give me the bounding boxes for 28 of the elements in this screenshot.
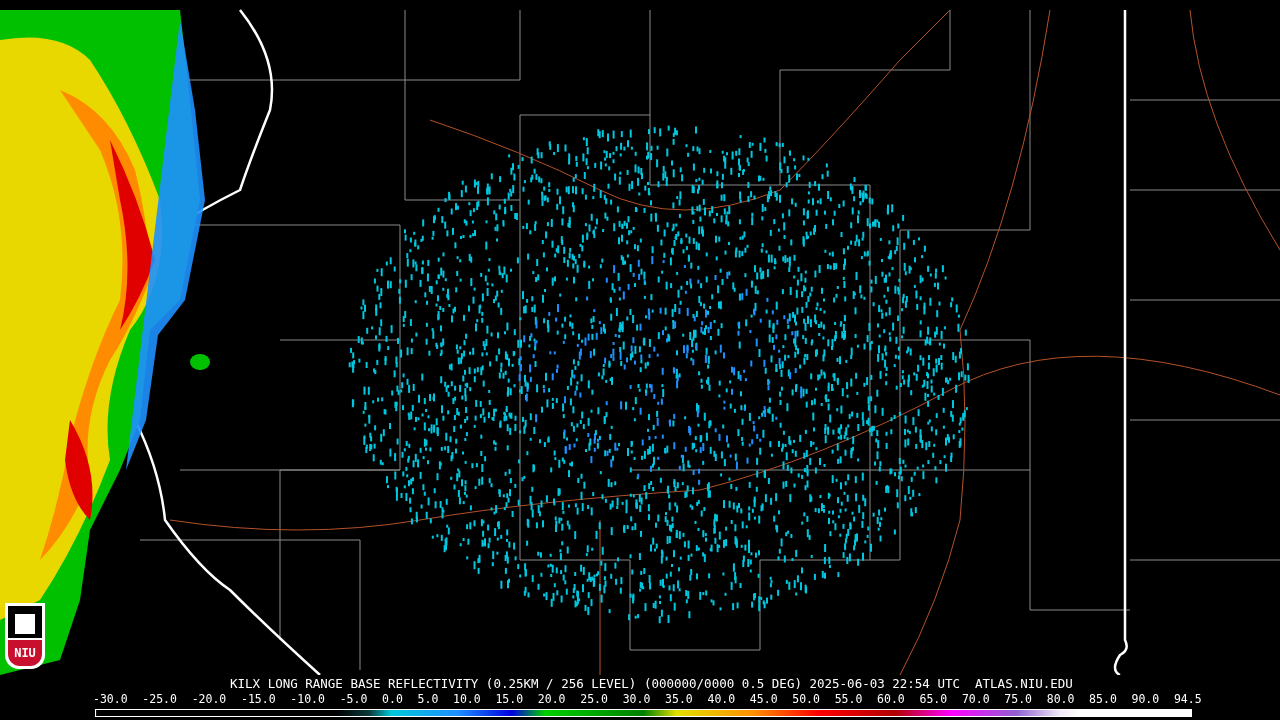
scale-label: 25.0	[580, 694, 608, 706]
scale-label: -10.0	[290, 694, 325, 706]
scale-label: 75.0	[1004, 694, 1032, 706]
scale-label: 10.0	[453, 694, 481, 706]
scale-label: 85.0	[1089, 694, 1117, 706]
scale-label: 0.0	[382, 694, 403, 706]
logo-text: NIU	[8, 640, 42, 666]
scale-label: -30.0	[93, 694, 128, 706]
scale-label: -15.0	[241, 694, 276, 706]
scale-label: 50.0	[792, 694, 820, 706]
scale-label: 15.0	[495, 694, 524, 706]
scale-label: 5.0	[417, 694, 439, 706]
scale-label: 30.0	[622, 694, 651, 706]
scale-label: -20.0	[191, 694, 227, 706]
product-caption: KILX LONG RANGE BASE REFLECTIVITY (0.25KM / 256 LEVEL) (000000/0000 0.5 DEG) 2025-06-03 22:54 UTC ATLAS.NIU.EDU	[230, 677, 1073, 691]
scale-label: 55.0	[834, 694, 863, 706]
scale-label: 70.0	[961, 694, 990, 706]
scale-label: 94.5	[1173, 694, 1202, 706]
scale-label: 60.0	[877, 694, 905, 706]
scale-label: 65.0	[919, 694, 948, 706]
scale-label: -25.0	[142, 694, 177, 706]
scale-label: 90.0	[1131, 694, 1160, 706]
scale-label: 40.0	[707, 694, 736, 706]
scale-label: 45.0	[749, 694, 778, 706]
scale-label: 80.0	[1046, 694, 1075, 706]
scale-label: 35.0	[665, 694, 693, 706]
scale-label: -5.0	[339, 694, 368, 706]
scale-label: 20.0	[537, 694, 566, 706]
